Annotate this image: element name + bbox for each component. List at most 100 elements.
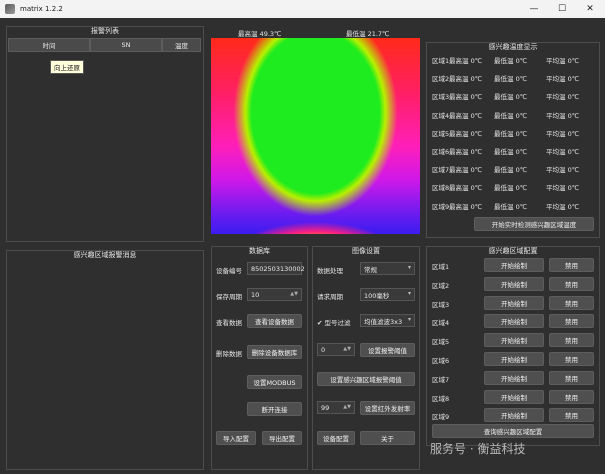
roi-temp-area: 区域8 [432,184,450,193]
roi-temp-avg: 平均温 0℃ [546,184,580,193]
roi-temp-min: 最低温 0℃ [494,184,528,193]
disable-button[interactable]: 禁用 [549,258,594,272]
disable-button[interactable]: 禁用 [549,352,594,366]
export-config-button[interactable]: 导出配置 [262,431,302,445]
roi-temp-max: 最高温 0℃ [449,93,483,102]
disable-button[interactable]: 禁用 [549,408,594,423]
roi-config-area-label: 区域8 [432,394,450,403]
roi-temp-area: 区域6 [432,148,450,156]
roi-temp-avg: 平均温 0℃ [546,202,580,211]
roi-config-area-label: 区域9 [432,413,450,422]
device-no-field[interactable]: 8502503130002 [247,262,305,275]
roi-temp-max: 最高温 0℃ [449,184,483,193]
roi-temp-area: 区域3 [432,93,450,102]
roi-temp-max: 最高温 0℃ [449,57,483,65]
check-icon: ✔ [317,319,323,327]
device-config-button[interactable]: 设备配置 [317,431,355,445]
roi-config-area-label: 区域1 [432,263,450,271]
disconnect-button[interactable]: 断开连接 [247,402,302,416]
start-draw-button[interactable]: 开始绘制 [484,276,544,291]
query-roi-config-button[interactable]: 查询感兴趣区域配置 [432,424,594,438]
column-sn[interactable]: SN [90,38,162,52]
disable-button[interactable]: 禁用 [549,333,594,348]
filter-checkbox[interactable]: ✔ 型号过滤 [317,317,351,327]
view-data-label: 查看数据 [216,319,242,327]
roi-temp-avg: 平均温 0℃ [546,129,580,138]
roi-temp-max: 最高温 0℃ [449,111,483,120]
roi-config-area-label: 区域5 [432,338,450,347]
roi-temp-avg: 平均温 0℃ [546,75,580,84]
roi-temp-min: 最低温 0℃ [494,166,528,175]
roi-temp-area: 区域4 [432,111,450,120]
app-icon [5,4,15,14]
disable-button[interactable]: 禁用 [549,295,594,310]
data-process-select[interactable]: 常规 ▾ [360,262,415,275]
start-draw-button[interactable]: 开始绘制 [484,314,544,329]
roi-temp-avg: 平均温 0℃ [546,57,580,65]
alarm-table-header: 时间 SN 温度 [8,38,201,52]
roi-temp-max: 最高温 0℃ [449,202,483,211]
start-draw-button[interactable]: 开始绘制 [484,389,544,404]
minimize-icon[interactable]: — [520,0,548,18]
request-period-select[interactable]: 100毫秒 ▾ [360,288,415,301]
import-config-button[interactable]: 导入配置 [216,431,256,445]
set-modbus-button[interactable]: 设置MODBUS [247,375,302,389]
thermal-image[interactable] [211,38,420,234]
roi-config-area-label: 区域2 [432,281,450,290]
device-no-label: 设备编号 [216,267,242,275]
close-icon[interactable]: ✕ [576,0,604,18]
image-settings-title: 图像设置 [352,247,380,255]
maximize-icon[interactable]: ☐ [548,0,576,18]
delete-device-db-button[interactable]: 删除设备数据库 [247,345,302,359]
roi-temp-min: 最低温 0℃ [494,202,528,211]
spin-arrows-icon[interactable]: ▲▼ [343,346,351,352]
disable-button[interactable]: 禁用 [549,314,594,329]
roi-temp-max: 最高温 0℃ [449,129,483,138]
roi-temp-avg: 平均温 0℃ [546,93,580,102]
data-process-label: 数据处理 [317,267,343,275]
roi-temp-avg: 平均温 0℃ [546,148,580,156]
roi-temp-min: 最低温 0℃ [494,93,528,102]
filter-label: 型号过滤 [324,319,351,327]
spin-arrows-icon[interactable]: ▲▼ [290,291,298,297]
watermark: 服务号 · 衡益科技 [430,442,526,456]
start-draw-button[interactable]: 开始绘制 [484,258,544,272]
save-period-label: 保存周期 [216,293,242,301]
about-button[interactable]: 关于 [360,431,415,445]
set-alarm-threshold-button[interactable]: 设置报警阈值 [360,343,415,357]
disable-button[interactable]: 禁用 [549,276,594,291]
emissivity-spinbox[interactable]: 99 ▲▼ [317,401,355,414]
roi-temp-max: 最高温 0℃ [449,166,483,175]
roi-temp-area: 区域9 [432,202,450,211]
set-roi-threshold-button[interactable]: 设置感兴趣区域报警阈值 [317,372,415,386]
roi-temp-area: 区域2 [432,75,450,84]
min-temp-label: 最低温 21.7℃ [346,30,390,38]
column-temperature[interactable]: 温度 [162,38,201,52]
start-roi-detection-button[interactable]: 开始实时检测感兴趣区域温度 [474,217,594,231]
start-draw-button[interactable]: 开始绘制 [484,352,544,366]
roi-temp-min: 最低温 0℃ [494,111,528,120]
disable-button[interactable]: 禁用 [549,370,594,385]
roi-alarm-group: 感兴趣区域报警消息 [6,250,204,470]
request-period-label: 请求周期 [317,293,343,301]
roi-temp-avg: 平均温 0℃ [546,166,580,175]
alarm-list-group: 报警列表 [6,26,204,242]
disable-button[interactable]: 禁用 [549,389,594,404]
filter-select[interactable]: 均值滤波3x3 ▾ [360,314,415,327]
start-draw-button[interactable]: 开始绘制 [484,408,544,423]
start-draw-button[interactable]: 开始绘制 [484,333,544,348]
delete-data-label: 删除数据 [216,350,242,358]
view-device-data-button[interactable]: 查看设备数据 [247,314,302,328]
roi-config-area-label: 区域4 [432,319,450,328]
roi-config-title: 感兴趣区域配置 [488,247,538,255]
roi-config-area-label: 区域7 [432,375,450,384]
start-draw-button[interactable]: 开始绘制 [484,295,544,310]
spin-arrows-icon[interactable]: ▲▼ [343,404,351,410]
set-emissivity-button[interactable]: 设置红外发射率 [360,401,415,415]
roi-temp-min: 最低温 0℃ [494,57,528,65]
alarm-threshold-spinbox[interactable]: 0 ▲▼ [317,343,355,356]
roi-temp-min: 最低温 0℃ [494,129,528,138]
start-draw-button[interactable]: 开始绘制 [484,370,544,385]
save-period-spinbox[interactable]: 10 ▲▼ [247,288,302,301]
column-time[interactable]: 时间 [8,38,90,52]
